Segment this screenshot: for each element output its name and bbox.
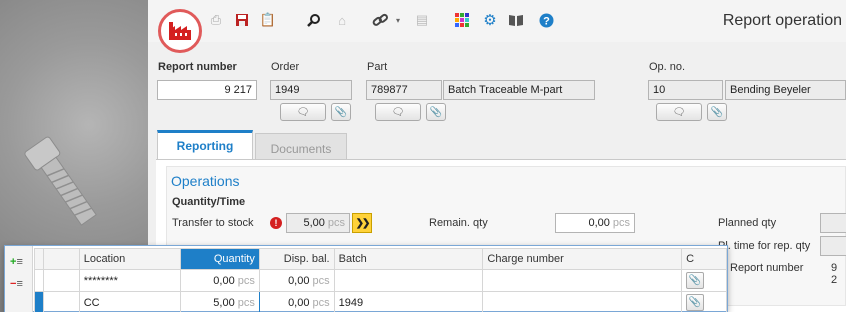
report-number-right-label: Report number [730,262,804,274]
c-cell[interactable]: 📎 [681,291,727,312]
location-grid-popup: +≡ −≡ Location Quantity Disp. bal. Batch… [4,245,728,312]
bolt-image [24,136,97,226]
quantity-cell[interactable]: 0,00 pcs [180,269,260,292]
part-number-field[interactable]: 789877 [366,80,442,100]
grid-header-row: Location Quantity Disp. bal. Batch Charg… [34,248,727,270]
column-disp-bal[interactable]: Disp. bal. [258,248,335,270]
order-comment-button[interactable]: 🗨 [280,103,326,121]
tab-reporting[interactable]: Reporting [157,130,253,160]
column-location[interactable]: Location [78,248,182,270]
quantity-cell[interactable]: 5,00 pcs [180,291,260,312]
table-row[interactable]: ******** 0,00 pcs 0,00 pcs 📎 [34,269,727,292]
search-icon[interactable] [306,12,322,28]
order-label: Order [271,61,300,73]
part-comment-button[interactable]: 🗨 [375,103,421,121]
part-attachment-button[interactable]: 📎 [426,103,446,121]
add-row-icon[interactable]: +≡ [10,257,23,268]
transfer-to-stock-field[interactable]: 5,00 pcs [286,213,350,233]
paperclip-icon[interactable]: 📎 [686,294,705,311]
row-blank-cell [43,269,80,292]
form-icon[interactable]: ▤ [414,12,430,28]
gear-icon[interactable]: ⚙ [482,12,498,29]
window-title: Report operation [722,12,842,29]
part-name-field[interactable]: Batch Traceable M-part [443,80,595,100]
report-number-right-value: 9 2 [831,262,838,286]
planned-qty-field[interactable] [820,213,846,233]
column-quantity[interactable]: Quantity [180,248,260,270]
order-attachment-button[interactable]: 📎 [331,103,351,121]
row-indicator [34,269,44,292]
grid-indicator-header [34,248,44,270]
double-chevron-right-icon: ❯❯ [355,217,371,229]
home-icon[interactable]: ⌂ [334,12,350,28]
transfer-to-stock-label: Transfer to stock [172,217,254,229]
grid-side-toolbar: +≡ −≡ [5,246,33,312]
report-number-field[interactable]: 9 217 [157,80,257,100]
column-batch[interactable]: Batch [333,248,484,270]
op-attachment-button[interactable]: 📎 [707,103,727,121]
save-icon[interactable] [234,12,250,28]
remain-qty-label: Remain. qty [429,217,488,229]
charge-number-cell[interactable] [482,291,683,312]
current-row-indicator [34,291,44,312]
disp-bal-cell: 0,00 pcs [258,291,335,312]
c-cell[interactable]: 📎 [681,269,727,292]
factory-logo-icon[interactable] [158,9,202,53]
pl-time-label: Pl. time for rep. qty [718,240,811,252]
disp-bal-cell: 0,00 pcs [258,269,335,292]
column-c[interactable]: C [681,248,727,270]
pl-time-field[interactable] [820,236,846,256]
clipboard-icon[interactable]: 📋 [260,12,276,28]
column-charge-number[interactable]: Charge number [482,248,683,270]
batch-cell[interactable]: 1949 [333,291,484,312]
op-no-label: Op. no. [649,61,686,73]
part-label: Part [367,61,388,73]
row-blank-cell [43,291,80,312]
table-row[interactable]: CC 5,00 pcs 0,00 pcs 1949 📎 [34,291,727,312]
print-icon[interactable]: ⎙ [208,12,224,28]
apps-grid-icon[interactable] [454,12,470,28]
planned-qty-label: Planned qty [718,217,777,229]
error-icon: ! [270,217,282,229]
location-cell[interactable]: CC [78,291,182,312]
report-number-label: Report number [158,61,237,73]
quantity-time-title: Quantity/Time [172,196,246,208]
expand-details-button[interactable]: ❯❯ [352,213,372,233]
op-name-field[interactable]: Bending Beyeler [725,80,846,100]
grid-blank-header [43,248,80,270]
help-icon[interactable]: ? [538,12,554,28]
op-no-field[interactable]: 10 [648,80,723,100]
batch-cell[interactable] [333,269,484,292]
remove-row-icon[interactable]: −≡ [10,279,23,290]
op-comment-button[interactable]: 🗨 [656,103,702,121]
order-field[interactable]: 1949 [270,80,352,100]
chevron-down-icon[interactable]: ▾ [390,12,406,28]
location-cell[interactable]: ******** [78,269,182,292]
svg-text:?: ? [543,15,550,27]
toolbar: ⎙ 📋 ⌂ ▾ ▤ ⚙ ? Report operation [148,0,846,53]
paperclip-icon[interactable]: 📎 [686,272,705,289]
charge-number-cell[interactable] [482,269,683,292]
book-icon[interactable] [508,12,524,28]
tab-documents[interactable]: Documents [255,133,347,160]
operations-title: Operations [171,173,240,189]
link-icon[interactable] [372,12,388,28]
location-grid: Location Quantity Disp. bal. Batch Charg… [34,248,727,312]
remain-qty-field[interactable]: 0,00 pcs [555,213,635,233]
